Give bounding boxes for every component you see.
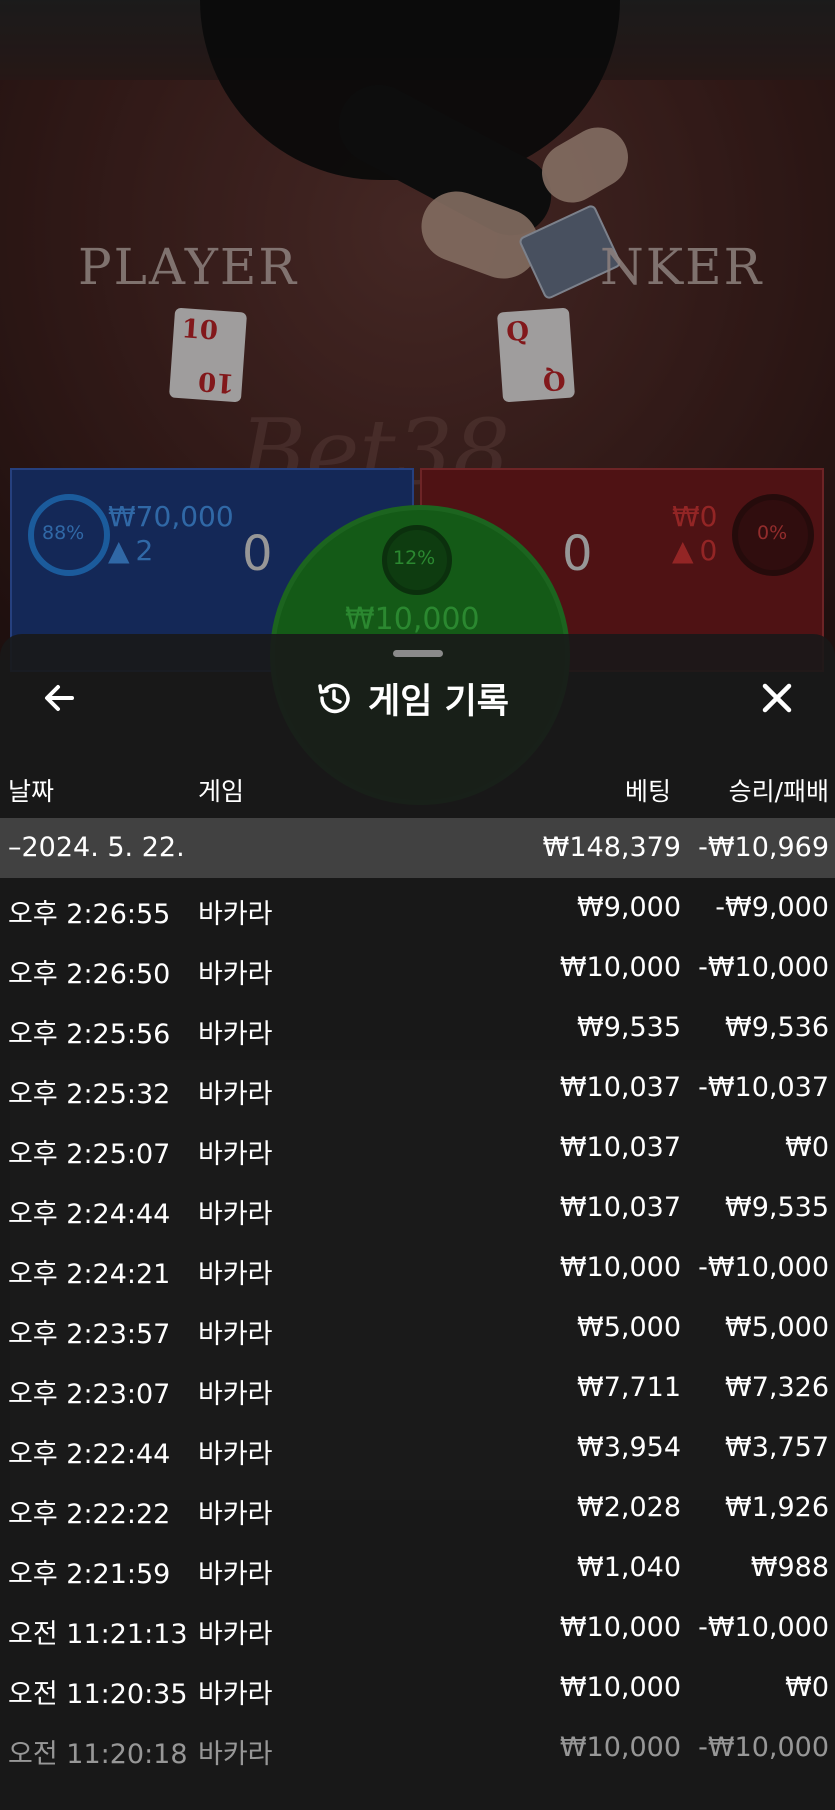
- table-row[interactable]: 오전 11:21:13 바카라 ₩10,000 -₩10,000: [0, 1598, 835, 1658]
- row-time: 오전 11:21:13: [8, 1619, 188, 1650]
- row-game: 바카라: [198, 1499, 273, 1530]
- row-time: 오후 2:22:44: [8, 1439, 171, 1470]
- row-bet: ₩10,000: [559, 952, 681, 983]
- table-row[interactable]: 오후 2:22:22 바카라 ₩2,028 ₩1,926: [0, 1478, 835, 1538]
- sheet-drag-handle[interactable]: [393, 650, 443, 657]
- date-group-label: –2024. 5. 22.: [8, 832, 185, 863]
- row-bet: ₩10,037: [559, 1132, 681, 1163]
- date-group-row[interactable]: –2024. 5. 22. ₩148,379 -₩10,969: [0, 818, 835, 878]
- row-game: 바카라: [198, 1559, 273, 1590]
- row-time: 오후 2:25:32: [8, 1079, 171, 1110]
- row-time: 오후 2:23:07: [8, 1379, 171, 1410]
- table-row[interactable]: 오후 2:25:07 바카라 ₩10,037 ₩0: [0, 1118, 835, 1178]
- table-row[interactable]: 오후 2:24:21 바카라 ₩10,000 -₩10,000: [0, 1238, 835, 1298]
- row-bet: ₩10,000: [559, 1612, 681, 1643]
- table-row[interactable]: 오후 2:25:32 바카라 ₩10,037 -₩10,037: [0, 1058, 835, 1118]
- row-time: 오후 2:23:57: [8, 1319, 171, 1350]
- back-button[interactable]: [38, 676, 82, 720]
- page-title: 게임 기록: [368, 681, 509, 722]
- sheet-header: 게임 기록: [314, 676, 509, 722]
- row-bet: ₩1,040: [577, 1552, 681, 1583]
- table-row[interactable]: 오후 2:25:56 바카라 ₩9,535 ₩9,536: [0, 998, 835, 1058]
- date-group-total-win-loss: -₩10,969: [698, 832, 829, 863]
- row-win-loss: ₩5,000: [725, 1312, 829, 1343]
- row-win-loss: ₩9,536: [725, 1012, 829, 1043]
- row-bet: ₩7,711: [577, 1372, 681, 1403]
- table-row[interactable]: 오후 2:24:44 바카라 ₩10,037 ₩9,535: [0, 1178, 835, 1238]
- column-header-bet[interactable]: 베팅: [625, 772, 671, 808]
- column-header-game[interactable]: 게임: [198, 772, 244, 808]
- row-bet: ₩10,000: [559, 1732, 681, 1763]
- row-game: 바카라: [198, 1619, 273, 1650]
- table-row[interactable]: 오후 2:21:59 바카라 ₩1,040 ₩988: [0, 1538, 835, 1598]
- row-win-loss: ₩0: [785, 1132, 829, 1163]
- table-row[interactable]: 오후 2:23:57 바카라 ₩5,000 ₩5,000: [0, 1298, 835, 1358]
- row-game: 바카라: [198, 1319, 273, 1350]
- row-time: 오후 2:25:07: [8, 1139, 171, 1170]
- row-game: 바카라: [198, 1679, 273, 1710]
- row-win-loss: -₩10,000: [698, 952, 829, 983]
- column-header-win-loss[interactable]: 승리/패배: [729, 772, 829, 808]
- row-win-loss: ₩0: [785, 1672, 829, 1703]
- row-time: 오후 2:22:22: [8, 1499, 171, 1530]
- row-bet: ₩10,000: [559, 1252, 681, 1283]
- row-win-loss: ₩9,535: [725, 1192, 829, 1223]
- row-game: 바카라: [198, 1259, 273, 1290]
- row-time: 오후 2:26:50: [8, 959, 171, 990]
- row-win-loss: ₩988: [750, 1552, 829, 1583]
- row-bet: ₩9,535: [577, 1012, 681, 1043]
- row-game: 바카라: [198, 1379, 273, 1410]
- row-win-loss: -₩10,000: [698, 1612, 829, 1643]
- row-win-loss: ₩1,926: [725, 1492, 829, 1523]
- row-time: 오후 2:26:55: [8, 899, 171, 930]
- table-row[interactable]: 오전 11:20:35 바카라 ₩10,000 ₩0: [0, 1658, 835, 1718]
- table-row[interactable]: 오전 11:20:18 바카라 ₩10,000 -₩10,000: [0, 1718, 835, 1778]
- row-time: 오후 2:25:56: [8, 1019, 171, 1050]
- row-win-loss: -₩10,000: [698, 1252, 829, 1283]
- table-row[interactable]: 오후 2:26:50 바카라 ₩10,000 -₩10,000: [0, 938, 835, 998]
- row-time: 오후 2:24:21: [8, 1259, 171, 1290]
- row-game: 바카라: [198, 1199, 273, 1230]
- row-win-loss: -₩9,000: [715, 892, 829, 923]
- table-row[interactable]: 오후 2:26:55 바카라 ₩9,000 -₩9,000: [0, 878, 835, 938]
- table-row[interactable]: 오후 2:23:07 바카라 ₩7,711 ₩7,326: [0, 1358, 835, 1418]
- row-time: 오후 2:24:44: [8, 1199, 171, 1230]
- row-win-loss: ₩7,326: [725, 1372, 829, 1403]
- close-button[interactable]: [755, 676, 799, 720]
- history-icon: [318, 683, 350, 714]
- row-bet: ₩10,037: [559, 1072, 681, 1103]
- row-win-loss: -₩10,000: [698, 1732, 829, 1763]
- row-bet: ₩2,028: [577, 1492, 681, 1523]
- arrow-left-icon: [45, 685, 74, 711]
- row-win-loss: -₩10,037: [698, 1072, 829, 1103]
- row-bet: ₩3,954: [577, 1432, 681, 1463]
- row-bet: ₩10,037: [559, 1192, 681, 1223]
- row-time: 오전 11:20:35: [8, 1679, 188, 1710]
- row-time: 오전 11:20:18: [8, 1739, 188, 1770]
- row-bet: ₩10,000: [559, 1672, 681, 1703]
- row-game: 바카라: [198, 1079, 273, 1110]
- row-bet: ₩5,000: [577, 1312, 681, 1343]
- table-row[interactable]: 오후 2:22:44 바카라 ₩3,954 ₩3,757: [0, 1418, 835, 1478]
- row-game: 바카라: [198, 1739, 273, 1770]
- row-win-loss: ₩3,757: [725, 1432, 829, 1463]
- row-bet: ₩9,000: [577, 892, 681, 923]
- row-game: 바카라: [198, 959, 273, 990]
- column-header-date[interactable]: 날짜: [8, 772, 54, 808]
- date-group-total-bet: ₩148,379: [542, 832, 681, 863]
- row-game: 바카라: [198, 1439, 273, 1470]
- row-game: 바카라: [198, 899, 273, 930]
- close-icon: [762, 683, 792, 713]
- row-time: 오후 2:21:59: [8, 1559, 171, 1590]
- row-game: 바카라: [198, 1019, 273, 1050]
- row-game: 바카라: [198, 1139, 273, 1170]
